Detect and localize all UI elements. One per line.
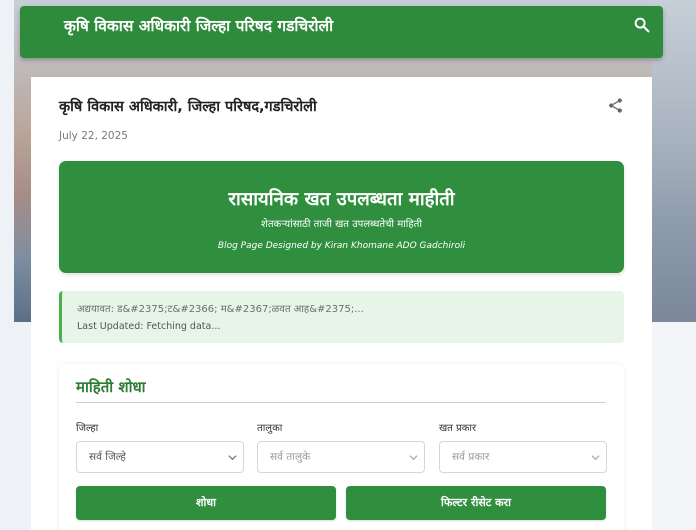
share-icon[interactable] bbox=[607, 97, 624, 114]
post-title: कृषि विकास अधिकारी, जिल्हा परिषद,गडचिरोल… bbox=[59, 99, 317, 115]
chevron-down-icon bbox=[591, 455, 600, 461]
hero-subtitle: शेतकऱ्यांसाठी ताजी खत उपलब्धतेची माहिती bbox=[261, 219, 422, 230]
taluka-select-value: सर्व तालुके bbox=[270, 451, 311, 463]
update-notice: अद्ययावत: ड&#2375;ट&#2366; म&#2367;ळवत आ… bbox=[59, 291, 624, 343]
fertilizer-type-select-value: सर्व प्रकार bbox=[452, 451, 490, 463]
hero-title: रासायनिक खत उपलब्धता माहीती bbox=[228, 189, 455, 210]
site-title[interactable]: कृषि विकास अधिकारी जिल्हा परिषद गडचिरोली bbox=[64, 14, 333, 36]
district-select-value: सर्व जिल्हे bbox=[89, 451, 126, 463]
post-date: July 22, 2025 bbox=[59, 130, 128, 142]
district-select[interactable]: सर्व जिल्हे bbox=[76, 441, 244, 473]
page-background bbox=[652, 0, 696, 530]
hero-banner: रासायनिक खत उपलब्धता माहीती शेतकऱ्यांसाठ… bbox=[59, 161, 624, 273]
chevron-down-icon bbox=[409, 455, 418, 461]
top-app-bar: कृषि विकास अधिकारी जिल्हा परिषद गडचिरोली bbox=[20, 6, 663, 58]
search-filter-panel: माहिती शोधा जिल्हा तालुका खत प्रकार सर्व… bbox=[59, 364, 624, 530]
district-label: जिल्हा bbox=[76, 423, 99, 434]
notice-status-text: अद्ययावत: ड&#2375;ट&#2366; म&#2367;ळवत आ… bbox=[77, 304, 364, 315]
divider bbox=[76, 402, 606, 403]
reset-filter-button[interactable]: फिल्टर रीसेट करा bbox=[346, 486, 606, 520]
search-panel-title: माहिती शोधा bbox=[76, 378, 146, 396]
notice-last-updated: Last Updated: Fetching data... bbox=[77, 321, 221, 332]
chevron-down-icon bbox=[228, 455, 237, 461]
fertilizer-type-select[interactable]: सर्व प्रकार bbox=[439, 441, 607, 473]
hero-credit: Blog Page Designed by Kiran Khomane ADO … bbox=[217, 241, 466, 251]
taluka-label: तालुका bbox=[257, 423, 283, 434]
search-button[interactable]: शोधा bbox=[76, 486, 336, 520]
search-icon[interactable] bbox=[633, 16, 651, 34]
post-card: कृषि विकास अधिकारी, जिल्हा परिषद,गडचिरोल… bbox=[31, 77, 652, 530]
fertilizer-type-label: खत प्रकार bbox=[439, 423, 477, 434]
taluka-select[interactable]: सर्व तालुके bbox=[257, 441, 425, 473]
